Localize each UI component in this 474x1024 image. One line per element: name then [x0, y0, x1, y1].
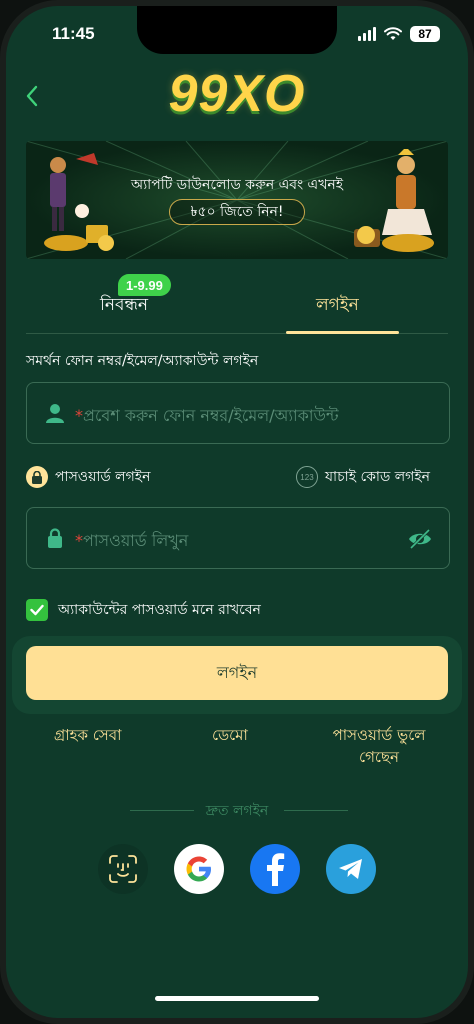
account-input[interactable]: *প্রবেশ করুন ফোন নম্বর/ইমেল/অ্যাকাউন্ট: [26, 382, 450, 444]
password-login-label: পাসওয়ার্ড লগইন: [55, 469, 151, 485]
required-mark: *: [75, 531, 83, 550]
quick-login-label: দ্রুত লগইন: [205, 803, 269, 819]
banner-offer-pill: ৳৫০ জিতে নিন!: [169, 199, 305, 225]
lock-icon: [26, 466, 48, 488]
status-time: 11:45: [52, 24, 95, 43]
auth-tabs: নিবন্ধন 1-9.99 লগইন: [26, 274, 448, 334]
banner-headline: অ্যাপটি ডাউনলোড করুন এবং এখনই: [130, 177, 344, 193]
promo-banner[interactable]: অ্যাপটি ডাউনলোড করুন এবং এখনই ৳৫০ জিতে ন…: [26, 141, 448, 259]
active-tab-indicator: [286, 331, 399, 334]
checkmark-icon: [30, 604, 44, 616]
face-id-icon[interactable]: [98, 844, 148, 894]
banner-left-character-illustration: [44, 153, 114, 251]
quick-login-methods: [6, 844, 468, 894]
app-logo: 99XO: [168, 65, 306, 123]
customer-service-link[interactable]: গ্রাহক সেবা: [54, 724, 121, 749]
forgot-password-link[interactable]: পাসওয়ার্ড ভুলে গেছেন: [318, 724, 440, 768]
account-placeholder-text: প্রবেশ করুন ফোন নম্বর/ইমেল/অ্যাকাউন্ট: [83, 406, 339, 425]
login-button[interactable]: লগইন: [26, 646, 448, 700]
battery-icon: 87: [410, 26, 440, 42]
lock-icon: [48, 528, 62, 548]
tab-login[interactable]: লগইন: [316, 292, 359, 320]
help-links: গ্রাহক সেবা ডেমো পাসওয়ার্ড ভুলে গেছেন: [26, 724, 450, 774]
user-icon: [46, 404, 64, 423]
code-login-label: যাচাই কোড লগইন: [324, 469, 430, 485]
login-button-container: লগইন: [12, 636, 462, 714]
wifi-icon: [384, 27, 402, 40]
required-mark: *: [75, 406, 83, 425]
remember-label: অ্যাকাউন্টের পাসওয়ার্ড মনে রাখবেন: [58, 602, 261, 618]
password-placeholder: *পাসওয়ার্ড লিখুন: [75, 528, 188, 555]
password-placeholder-text: পাসওয়ার্ড লিখুন: [83, 531, 189, 550]
home-indicator: [155, 996, 319, 1001]
divider-right: [284, 810, 348, 811]
phone-frame: 11:45 87 99XO অ্যাপটি ডাউনলোড করুন এবং এ…: [0, 0, 474, 1024]
facebook-icon[interactable]: [250, 844, 300, 894]
login-mode-row: পাসওয়ার্ড লগইন 123 যাচাই কোড লগইন: [26, 465, 450, 489]
password-login-option[interactable]: পাসওয়ার্ড লগইন: [26, 465, 150, 489]
signal-icon: [358, 27, 376, 41]
remember-password-row[interactable]: অ্যাকাউন্টের পাসওয়ার্ড মনে রাখবেন: [26, 598, 261, 622]
telegram-icon[interactable]: [326, 844, 376, 894]
eye-slash-icon[interactable]: [407, 528, 433, 550]
status-bar: 11:45 87: [6, 24, 468, 46]
remember-checkbox[interactable]: [26, 599, 48, 621]
support-label: সমর্থন ফোন নম্বর/ইমেল/অ্যাকাউন্ট লগইন: [26, 353, 259, 369]
number-badge-icon: 123: [295, 466, 318, 488]
status-icons: 87: [358, 26, 440, 42]
password-input[interactable]: *পাসওয়ার্ড লিখুন: [26, 507, 450, 569]
banner-right-character-illustration: [354, 149, 434, 252]
screen: 11:45 87 99XO অ্যাপটি ডাউনলোড করুন এবং এ…: [6, 6, 468, 1018]
google-icon[interactable]: [174, 844, 224, 894]
code-login-option[interactable]: 123 যাচাই কোড লগইন: [295, 465, 430, 489]
demo-link[interactable]: ডেমো: [212, 724, 248, 749]
register-bonus-badge: 1-9.99: [118, 274, 171, 296]
account-placeholder: *প্রবেশ করুন ফোন নম্বর/ইমেল/অ্যাকাউন্ট: [75, 403, 339, 430]
tab-register[interactable]: নিবন্ধন: [100, 292, 148, 320]
